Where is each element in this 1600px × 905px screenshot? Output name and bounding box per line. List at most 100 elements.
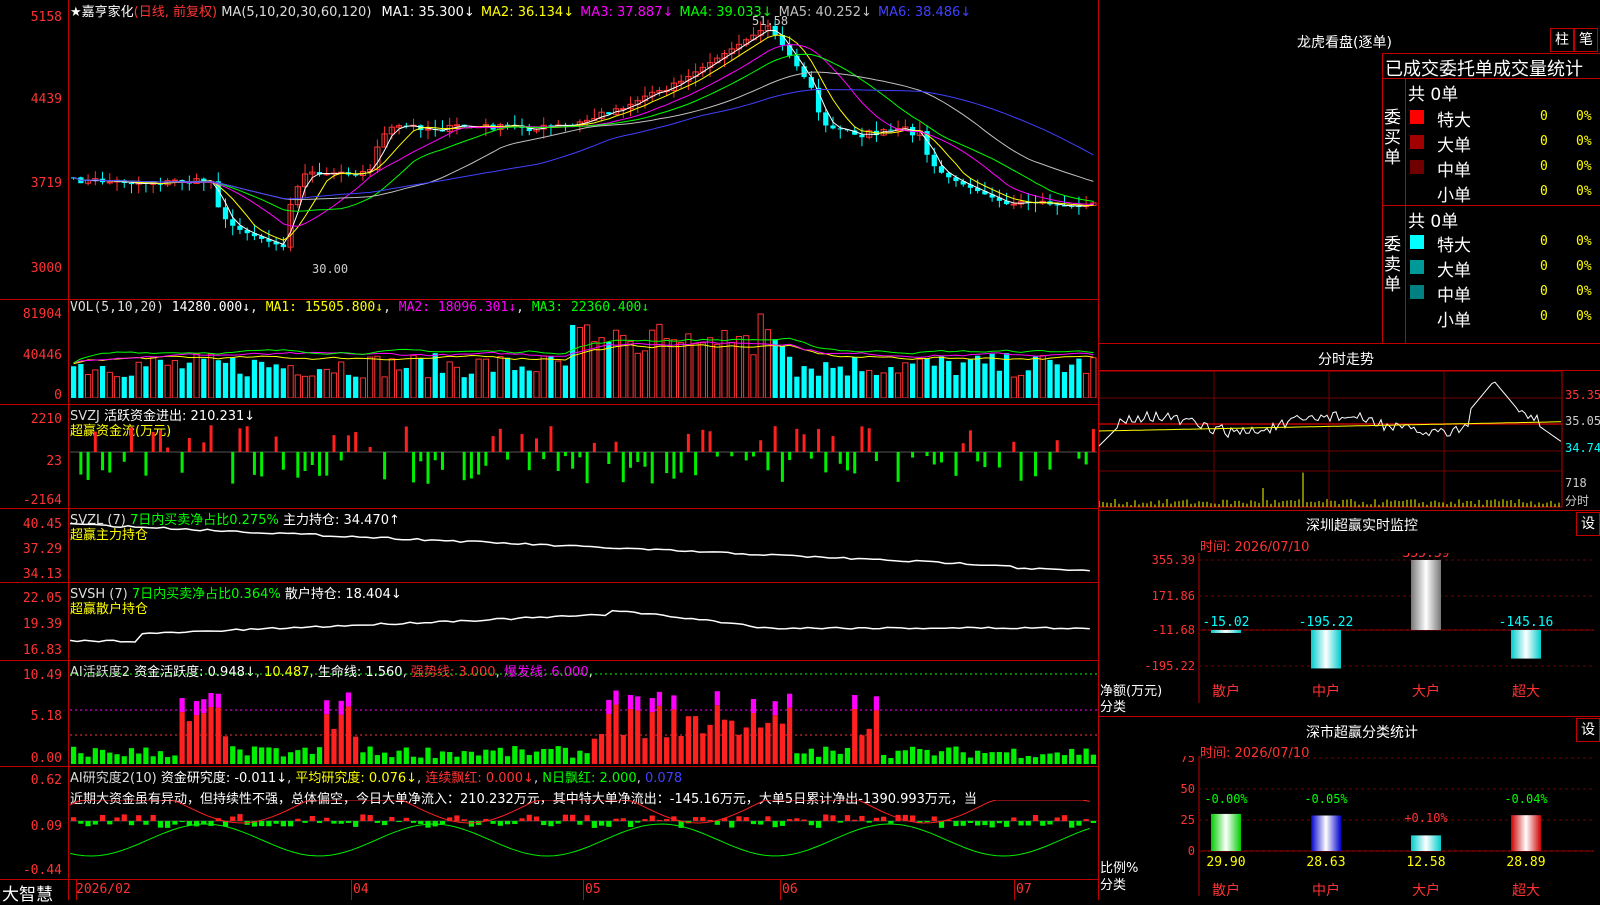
- volume-bar: [171, 359, 178, 398]
- research-chart[interactable]: [70, 800, 1097, 878]
- activity-bar: [1054, 752, 1060, 764]
- activity-bar: [136, 753, 142, 764]
- sz-class-bar-chart[interactable]: 75 50 25 0 29.90 散户 28.63 中户 12.58 大户 28.89 超大 -0.00…: [1099, 756, 1599, 900]
- volume-bar: [823, 362, 829, 398]
- volume-bar: [338, 361, 345, 398]
- volume-bar: [1083, 372, 1090, 398]
- flow-bar: [93, 431, 97, 452]
- research-bar: [642, 819, 648, 821]
- y-tick-label: 0: [1188, 844, 1195, 858]
- activity-chart[interactable]: [70, 672, 1097, 764]
- sz-class-settings-button[interactable]: 设: [1576, 718, 1600, 742]
- volume-bar: [1032, 356, 1039, 398]
- candle-body: [823, 112, 829, 126]
- research-bar: [707, 819, 713, 821]
- flow-bar: [715, 452, 719, 457]
- retail-holding-chart[interactable]: [70, 596, 1097, 658]
- activity-bar: [418, 757, 424, 764]
- flow-bar: [383, 452, 387, 480]
- flow-bar: [694, 452, 698, 476]
- volume-bar: [403, 367, 409, 398]
- intraday-chart[interactable]: [1099, 371, 1563, 508]
- tick-view-button[interactable]: 笔: [1574, 28, 1598, 52]
- activity-bar: [562, 747, 569, 764]
- research-bar: [823, 814, 829, 821]
- intraday-y-label-1: 35.35: [1565, 388, 1600, 402]
- research-bar: [808, 821, 814, 826]
- flow-bar: [332, 435, 336, 452]
- main-holding-chart[interactable]: [70, 520, 1097, 580]
- flow-bar: [679, 452, 683, 473]
- volume-bar: [453, 366, 461, 398]
- activity-bar: [1025, 755, 1031, 764]
- activity-bar: [454, 756, 460, 764]
- volume-bar: [663, 338, 670, 398]
- buy-count-2: 0: [1540, 134, 1548, 149]
- price-y-label-2: 4439: [30, 92, 62, 107]
- activity-peak: [787, 693, 793, 708]
- research-bar: [107, 821, 113, 825]
- volume-bar: [230, 357, 236, 398]
- activity-bar: [866, 728, 872, 764]
- research-bar: [302, 821, 308, 823]
- sz-monitor-settings-button[interactable]: 设: [1576, 512, 1600, 536]
- activity-bar: [960, 752, 966, 764]
- activity-bar: [591, 738, 597, 764]
- candle-body: [801, 66, 807, 78]
- volume-bar: [497, 356, 504, 398]
- activity-peak: [873, 696, 880, 711]
- buy-swatch-2: [1410, 135, 1424, 149]
- buy-name-2: 大单: [1437, 136, 1471, 156]
- intraday-price-line: [1099, 381, 1562, 447]
- research-bar: [280, 821, 286, 827]
- research-bar: [953, 821, 959, 827]
- bar-value-label: 355.39: [1403, 553, 1450, 561]
- research-bar: [794, 818, 800, 821]
- sz-monitor-bar-chart[interactable]: 355.39 171.86 -11.68 -195.22 -15.02 散户 -195.22…: [1099, 553, 1599, 713]
- activity-bar: [374, 755, 380, 764]
- volume-bar: [316, 369, 323, 398]
- flow-bar: [180, 452, 184, 473]
- flow-bar: [1034, 452, 1038, 477]
- flow-bar: [274, 436, 278, 452]
- flow-bar: [817, 428, 821, 452]
- flow-bar: [838, 452, 842, 464]
- buy-total: 共 0单: [1408, 85, 1459, 105]
- activity-peak: [671, 695, 677, 710]
- fund-flow-chart[interactable]: [70, 418, 1097, 506]
- volume-bar: [251, 359, 258, 398]
- activity-bar: [548, 748, 554, 764]
- volume-chart[interactable]: [70, 312, 1097, 398]
- volume-bar: [931, 365, 937, 398]
- volume-bar: [78, 364, 84, 398]
- volume-bar: [670, 339, 678, 398]
- research-bar: [989, 821, 995, 828]
- volume-bar: [859, 371, 865, 398]
- volume-bar: [967, 359, 974, 398]
- activity-bar: [447, 752, 453, 764]
- activity-bar: [121, 756, 127, 764]
- research-bar: [468, 821, 475, 827]
- activity-peak: [649, 698, 655, 713]
- flow-bar: [1055, 440, 1059, 452]
- research-bar: [1061, 815, 1068, 821]
- research-bar: [1047, 821, 1053, 825]
- activity-bar: [779, 723, 786, 764]
- volume-bar: [938, 356, 945, 398]
- activity-bar: [787, 707, 793, 764]
- change-label: -0.04%: [1504, 792, 1548, 806]
- activity-bar: [729, 720, 735, 764]
- ai-active-y-label-3: 0.00: [30, 751, 62, 766]
- bar-value-label: -15.02: [1203, 615, 1250, 630]
- volume-bar: [1090, 357, 1097, 398]
- research-bar: [85, 821, 91, 827]
- bar-view-button[interactable]: 柱: [1550, 28, 1574, 52]
- research-bar: [389, 817, 395, 821]
- volume-bar: [1017, 374, 1025, 398]
- bar-散户: [1211, 630, 1241, 633]
- activity-bar: [497, 747, 503, 764]
- research-bar: [736, 816, 742, 821]
- research-bar: [259, 821, 265, 827]
- candlestick-chart[interactable]: [70, 14, 1097, 284]
- volume-bar: [280, 368, 286, 398]
